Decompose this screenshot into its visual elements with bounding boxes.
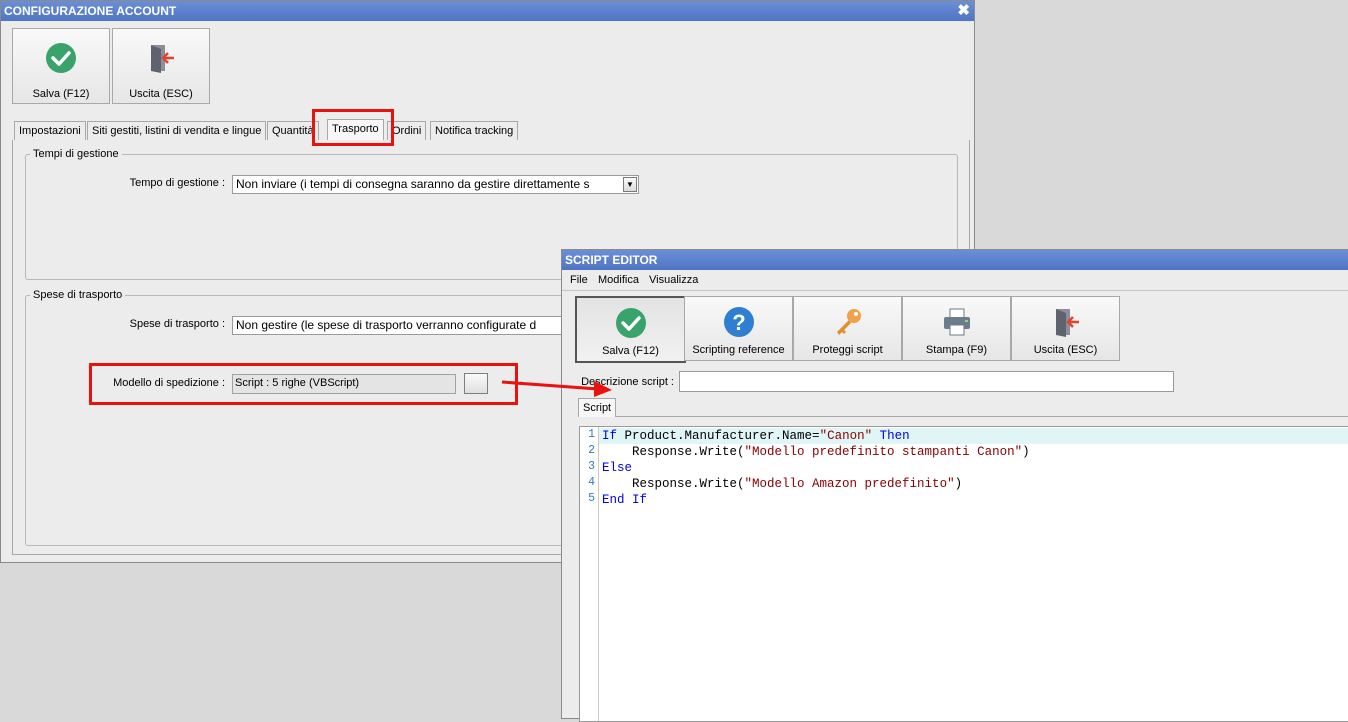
protect-script-label: Proteggi script [812,344,883,356]
chevron-down-icon[interactable]: ▼ [623,177,637,192]
editor-exit-button[interactable]: Uscita (ESC) [1011,296,1120,361]
tab-impostazioni[interactable]: Impostazioni [14,121,86,141]
editor-save-label: Salva (F12) [602,345,659,357]
code-line: Else [602,461,633,475]
delivery-time-select[interactable]: Non inviare (i tempi di consegna saranno… [232,175,639,194]
group-shipping-costs-title: Spese di trasporto [30,289,126,301]
tab-notifica-tracking[interactable]: Notifica tracking [430,121,519,141]
check-icon [615,308,646,338]
shipping-costs-value: Non gestire (le spese di trasporto verra… [236,318,537,332]
code-line: If Product.Manufacturer.Name="Canon" The… [602,429,910,443]
script-description-input[interactable] [679,371,1174,392]
save-button-label: Salva (F12) [32,88,90,100]
group-delivery-times-title: Tempi di gestione [30,148,122,160]
menu-file[interactable]: File [570,270,588,290]
printer-icon [943,308,970,336]
help-icon: ? [723,307,754,337]
key-icon [836,309,861,335]
line-number: 1 [588,428,595,441]
protect-script-button[interactable]: Proteggi script [793,296,902,361]
exit-button[interactable]: Uscita (ESC) [112,28,210,104]
exit-door-icon [1055,309,1079,337]
print-button[interactable]: Stampa (F9) [902,296,1011,361]
exit-button-label: Uscita (ESC) [129,88,193,100]
close-icon[interactable]: ✖ [957,1,970,21]
print-label: Stampa (F9) [925,344,988,356]
menu-modifica[interactable]: Modifica [598,270,639,290]
window-title: CONFIGURAZIONE ACCOUNT [4,4,177,18]
save-button[interactable]: Salva (F12) [12,28,110,104]
line-number: 5 [588,492,595,505]
tab-script[interactable]: Script [578,398,617,417]
delivery-time-value: Non inviare (i tempi di consegna saranno… [236,177,590,191]
exit-door-icon [151,45,174,73]
delivery-time-label: Tempo di gestione : [129,177,225,189]
code-line: End If [602,493,648,507]
check-icon [46,43,76,73]
annotation-arrow [501,380,612,397]
code-line: Response.Write("Modello Amazon predefini… [602,477,963,491]
tab-siti-gestiti[interactable]: Siti gestiti, listini di vendita e lingu… [87,121,267,141]
tab-quantita[interactable]: Quantità [267,121,319,141]
code-line: Response.Write("Modello predefinito stam… [602,445,1030,459]
code-editor[interactable]: 1 2 3 4 5 If Product.Manufacturer.Name="… [579,426,1348,722]
window-title-bar[interactable]: CONFIGURAZIONE ACCOUNT [1,1,974,21]
editor-save-button[interactable]: Salva (F12) [575,296,686,363]
script-editor-title-bar[interactable]: SCRIPT EDITOR [562,250,1348,270]
line-number: 4 [588,476,595,489]
menu-visualizza[interactable]: Visualizza [649,270,698,290]
script-tab-underline [578,416,1348,417]
shipping-costs-select[interactable]: Non gestire (le spese di trasporto verra… [232,316,572,335]
svg-text:?: ? [732,310,745,335]
shipping-costs-label: Spese di trasporto : [129,318,225,330]
tab-strip: Impostazioni Siti gestiti, listini di ve… [12,119,970,141]
menu-divider [562,290,1348,291]
highlight-box-trasporto-tab [312,109,394,146]
line-number: 3 [588,460,595,473]
scripting-reference-button[interactable]: ? Scripting reference [684,296,793,361]
line-number: 2 [588,444,595,457]
script-editor-title: SCRIPT EDITOR [565,253,658,267]
editor-exit-label: Uscita (ESC) [1033,344,1098,356]
script-editor-window: SCRIPT EDITOR File Modifica Visualizza S… [561,249,1348,722]
menu-bar: File Modifica Visualizza [562,270,1348,290]
line-number-gutter: 1 2 3 4 5 [580,427,599,721]
highlight-box-shipping-model [89,363,518,405]
scripting-reference-label: Scripting reference [692,344,785,356]
